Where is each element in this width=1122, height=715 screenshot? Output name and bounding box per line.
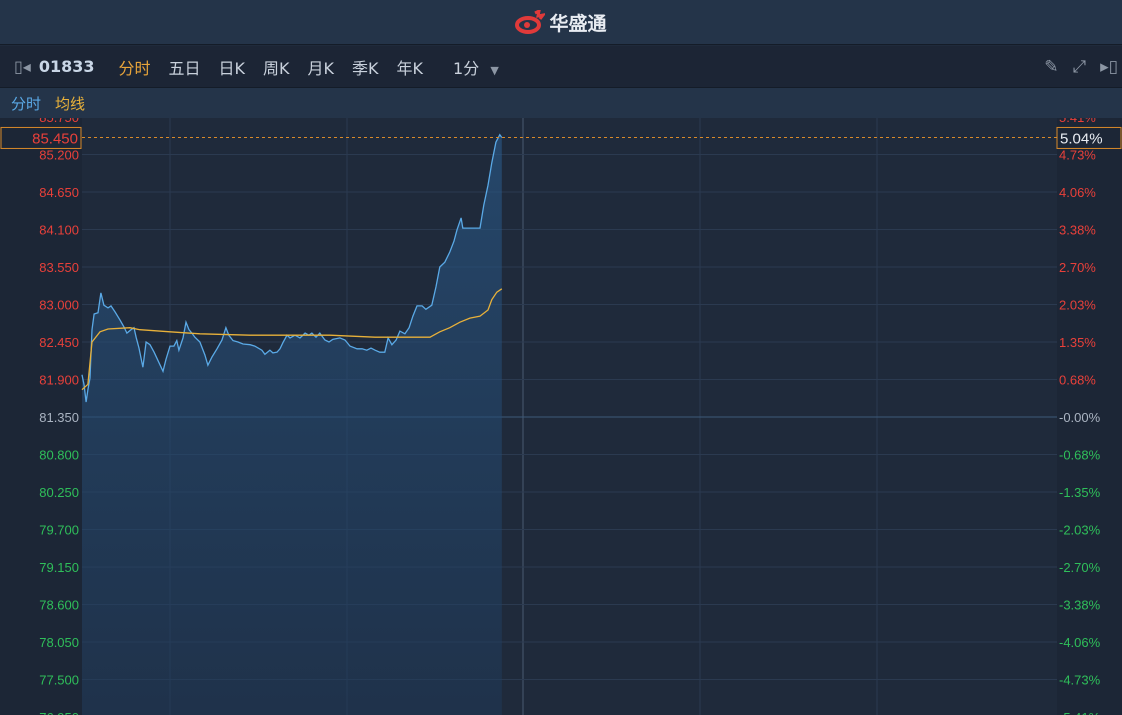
left-tick-label: 79.700: [39, 523, 79, 538]
left-tick-label: 83.550: [39, 260, 79, 275]
right-tick-label: -5.41%: [1059, 710, 1101, 715]
brand-name: 华盛通: [549, 12, 607, 35]
pencil-icon[interactable]: ✎: [1044, 57, 1058, 77]
chart-legend: 分时 均线: [0, 88, 1122, 118]
left-tick-label: 77.500: [39, 673, 79, 688]
left-tick-label: 80.250: [39, 485, 79, 500]
right-tick-label: -2.70%: [1059, 560, 1101, 575]
right-tick-label: 3.38%: [1059, 223, 1096, 238]
left-tick-label: 80.800: [39, 448, 79, 463]
left-tick-label: 81.350: [39, 410, 79, 425]
right-tick-label: 4.06%: [1059, 185, 1096, 200]
right-tick-label: -1.35%: [1059, 485, 1101, 500]
right-tick-label: 5.41%: [1059, 118, 1096, 125]
left-tick-label: 85.200: [39, 148, 79, 163]
current-price-label: 85.450: [32, 130, 78, 147]
right-tick-label: 1.35%: [1059, 335, 1096, 350]
weibo-eye-logo-icon: [515, 10, 546, 34]
intraday-chart[interactable]: 85.750 5.41% 85.200 4.73% 84.650 4.06% 84.100 3…: [0, 118, 1122, 715]
left-tick-label: 81.900: [39, 373, 79, 388]
tab-quarterly-k[interactable]: 季K: [352, 55, 379, 79]
right-tick-label: -2.03%: [1059, 523, 1101, 538]
chevron-down-icon: ▼: [490, 63, 499, 77]
left-tick-label: 85.750: [39, 118, 79, 125]
stock-code: 01833: [38, 57, 95, 76]
current-change-label: 5.04%: [1060, 130, 1103, 147]
left-tick-label: 76.950: [39, 710, 79, 715]
right-tick-label: 2.70%: [1059, 260, 1096, 275]
legend-price: 分时: [11, 94, 42, 113]
left-tick-label: 82.450: [39, 335, 79, 350]
left-tick-label: 84.650: [39, 185, 79, 200]
interval-select[interactable]: 1分 ▼: [453, 55, 499, 79]
tab-daily-k[interactable]: 日K: [219, 55, 246, 79]
chart-toolbar: ▯◂ 01833 分时 五日 日K 周K 月K 季K 年K 1分 ▼ ✎ ⤢ ▸…: [0, 46, 1122, 88]
app-header: 华盛通: [0, 0, 1122, 45]
brand-logo: 华盛通: [515, 9, 607, 36]
fullscreen-icon[interactable]: ⤢: [1073, 57, 1087, 77]
left-tick-label: 78.600: [39, 598, 79, 613]
right-tick-label: 4.73%: [1059, 148, 1096, 163]
right-tick-label: -0.00%: [1059, 410, 1101, 425]
right-tick-label: -3.38%: [1059, 598, 1101, 613]
interval-value: 1分: [453, 58, 480, 78]
tab-monthly-k[interactable]: 月K: [308, 55, 335, 79]
right-tick-label: -4.73%: [1059, 673, 1101, 688]
right-tick-label: -0.68%: [1059, 448, 1101, 463]
tab-yearly-k[interactable]: 年K: [397, 55, 424, 79]
right-tick-label: 0.68%: [1059, 373, 1096, 388]
tab-five-day[interactable]: 五日: [169, 55, 201, 79]
price-area: [82, 134, 502, 715]
collapse-right-icon[interactable]: ▸▯: [1100, 57, 1118, 77]
left-tick-label: 84.100: [39, 223, 79, 238]
left-tick-label: 83.000: [39, 298, 79, 313]
right-tick-label: 2.03%: [1059, 298, 1096, 313]
left-tick-label: 79.150: [39, 560, 79, 575]
tab-intraday[interactable]: 分时: [119, 55, 151, 79]
tab-weekly-k[interactable]: 周K: [263, 55, 290, 79]
collapse-left-icon[interactable]: ▯◂: [14, 57, 31, 76]
left-tick-label: 78.050: [39, 635, 79, 650]
legend-average: 均线: [55, 94, 86, 113]
right-tick-label: -4.06%: [1059, 635, 1101, 650]
chart-canvas: 85.750 5.41% 85.200 4.73% 84.650 4.06% 84.100 3…: [0, 118, 1122, 715]
